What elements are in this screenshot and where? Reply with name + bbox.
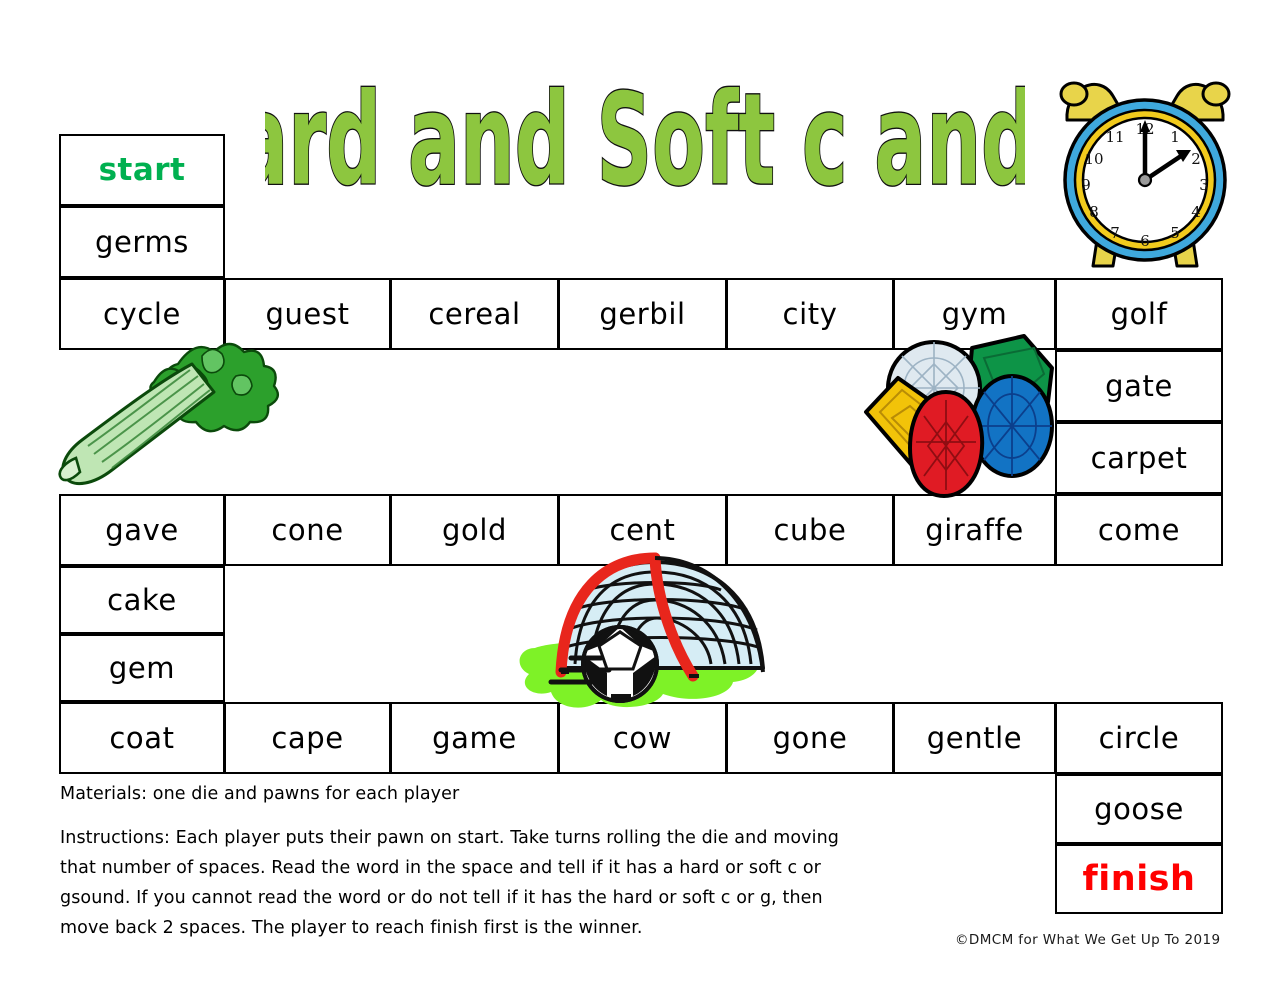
svg-text:8: 8	[1089, 203, 1099, 221]
board-cell-goose[interactable]: goose	[1055, 774, 1223, 844]
board-cell-label: guest	[265, 296, 350, 331]
board-cell-cent[interactable]: cent	[558, 494, 727, 566]
board-cell-gave[interactable]: gave	[59, 494, 225, 566]
svg-text:4: 4	[1191, 203, 1201, 221]
board-cell-game[interactable]: game	[390, 702, 559, 774]
board-cell-label: game	[432, 720, 517, 755]
board-cell-cube[interactable]: cube	[726, 494, 894, 566]
board-cell-carpet[interactable]: carpet	[1055, 422, 1223, 494]
board-cell-cake[interactable]: cake	[59, 566, 225, 634]
svg-text:2: 2	[1191, 150, 1201, 168]
board-cell-label: gentle	[926, 720, 1023, 755]
board-cell-guest[interactable]: guest	[224, 278, 391, 350]
board-cell-label: cake	[107, 582, 177, 617]
board-cell-label: finish	[1082, 858, 1196, 899]
board-cell-finish[interactable]: finish	[1055, 844, 1223, 914]
board-cell-circle[interactable]: circle	[1055, 702, 1223, 774]
gems-icon	[852, 330, 1064, 508]
materials-text: Materials: one die and pawns for each pl…	[60, 784, 460, 804]
svg-text:1: 1	[1170, 128, 1180, 146]
board-cell-label: gave	[105, 512, 179, 547]
board-cell-label: carpet	[1090, 440, 1188, 475]
copyright-credit: ©DMCM for What We Get Up To 2019	[955, 932, 1221, 948]
instructions-text: Instructions: Each player puts their paw…	[60, 828, 839, 939]
board-cell-label: cycle	[103, 296, 181, 331]
board-cell-cone[interactable]: cone	[224, 494, 391, 566]
board-cell-label: cube	[773, 512, 847, 547]
board-cell-label: germs	[94, 224, 190, 259]
board-cell-label: goose	[1094, 791, 1184, 826]
board-cell-giraffe[interactable]: giraffe	[893, 494, 1056, 566]
board-cell-cow[interactable]: cow	[558, 702, 727, 774]
board-cell-gerbil[interactable]: gerbil	[558, 278, 727, 350]
board-cell-cereal[interactable]: cereal	[390, 278, 559, 350]
board-cell-label: city	[782, 296, 838, 331]
board-cell-city[interactable]: city	[726, 278, 894, 350]
board-cell-label: cent	[609, 512, 676, 547]
board-cell-cycle[interactable]: cycle	[59, 278, 225, 350]
board-cell-label: golf	[1110, 296, 1168, 331]
svg-text:7: 7	[1110, 224, 1120, 242]
board-cell-label: gerbil	[599, 296, 686, 331]
svg-text:11: 11	[1105, 128, 1124, 146]
board-cell-label: gem	[108, 650, 176, 685]
board-cell-label: gone	[772, 720, 848, 755]
board-cell-gem[interactable]: gem	[59, 634, 225, 702]
board-cell-gone[interactable]: gone	[726, 702, 894, 774]
board-cell-gym[interactable]: gym	[893, 278, 1056, 350]
page-title: Hard and Soft c and g	[265, 52, 1025, 192]
board-cell-coat[interactable]: coat	[59, 702, 225, 774]
worksheet-page: Hard and Soft c and g 12 1 2 3 4 5	[0, 0, 1280, 989]
board-cell-cape[interactable]: cape	[224, 702, 391, 774]
board-cell-label: coat	[109, 720, 175, 755]
board-cell-gold[interactable]: gold	[390, 494, 559, 566]
svg-text:12: 12	[1135, 120, 1154, 138]
page-title-text: Hard and Soft c and g	[265, 66, 1025, 192]
board-cell-label: cape	[271, 720, 344, 755]
board-cell-gate[interactable]: gate	[1055, 350, 1223, 422]
board-cell-label: giraffe	[925, 512, 1024, 547]
board-cell-label: cow	[612, 720, 673, 755]
board-cell-germs[interactable]: germs	[59, 206, 225, 278]
svg-text:5: 5	[1170, 224, 1180, 242]
board-cell-golf[interactable]: golf	[1055, 278, 1223, 350]
board-cell-start[interactable]: start	[59, 134, 225, 206]
board-cell-label: cone	[271, 512, 344, 547]
board-cell-gentle[interactable]: gentle	[893, 702, 1056, 774]
board-cell-label: gym	[941, 296, 1008, 331]
board-cell-label: come	[1097, 512, 1181, 547]
board-cell-come[interactable]: come	[1055, 494, 1223, 566]
svg-text:10: 10	[1084, 150, 1103, 168]
board-cell-label: gate	[1105, 368, 1173, 403]
board-cell-label: gold	[441, 512, 508, 547]
svg-text:3: 3	[1199, 176, 1209, 194]
svg-text:6: 6	[1140, 232, 1150, 250]
board-cell-label: circle	[1098, 720, 1180, 755]
soccer-goal-icon	[505, 552, 797, 712]
board-cell-label: start	[98, 151, 186, 188]
alarm-clock-icon: 12 1 2 3 4 5 6 7 8 9 10 11	[1047, 58, 1243, 278]
svg-text:9: 9	[1081, 176, 1091, 194]
board-cell-label: cereal	[428, 296, 521, 331]
